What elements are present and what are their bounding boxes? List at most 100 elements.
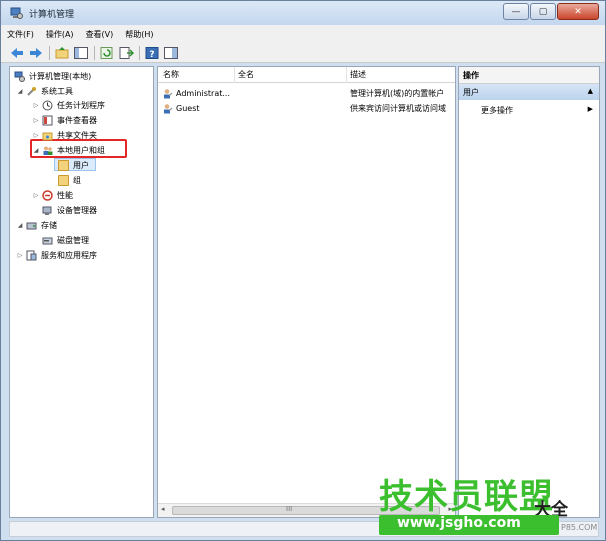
minimize-button[interactable]: —	[503, 3, 529, 20]
expand-arrow-icon[interactable]: ▷	[32, 132, 40, 139]
column-header-fullname[interactable]: 全名	[238, 69, 254, 80]
computer-management-window: 计算机管理 — ▢ ✕ 文件(F) 操作(A) 查看(V) 帮助(H) ? 计算…	[0, 0, 606, 541]
column-separator[interactable]	[346, 67, 347, 83]
properties-view-icon[interactable]	[163, 46, 179, 60]
tree-label-disk-management: 磁盘管理	[57, 235, 89, 245]
toolbar-separator	[139, 45, 140, 60]
list-cell-description: 管理计算机(域)的内置帐户	[350, 88, 445, 98]
list-cell-name: Administrat...	[176, 88, 230, 98]
title-bar[interactable]: 计算机管理 — ▢ ✕	[1, 1, 605, 25]
expand-arrow-icon[interactable]: ▷	[32, 102, 40, 109]
column-separator[interactable]	[234, 67, 235, 83]
collapse-arrow-icon[interactable]: ◢	[16, 88, 24, 95]
expand-arrow-icon[interactable]: ▷	[32, 117, 40, 124]
svg-text:?: ?	[149, 50, 154, 60]
watermark: 技术员联盟 大全 www.jsgho.com P85.COM	[379, 469, 606, 541]
column-header-description[interactable]: 描述	[350, 69, 366, 80]
folder-icon	[58, 174, 69, 186]
performance-icon	[42, 189, 53, 201]
window-title: 计算机管理	[29, 9, 75, 20]
show-hide-tree-icon[interactable]	[73, 46, 89, 60]
expand-arrow-icon[interactable]: ▷	[32, 192, 40, 199]
toolbar: ?	[1, 43, 605, 63]
menu-file[interactable]: 文件(F)	[7, 29, 34, 40]
column-header-name[interactable]: 名称	[163, 69, 179, 80]
menu-bar: 文件(F) 操作(A) 查看(V) 帮助(H)	[1, 25, 605, 43]
console-tree-pane: 计算机管理(本地) ◢ 系统工具 ▷ 任务计划程序 ▷ 事件查看器 ▷ 共享文件…	[9, 66, 154, 518]
actions-section-users[interactable]: 用户 ▲	[459, 84, 599, 100]
list-row-guest[interactable]: Guest	[162, 101, 200, 115]
menu-action[interactable]: 操作(A)	[46, 29, 74, 40]
list-header: 名称 全名 描述	[158, 67, 455, 83]
tree-node-performance[interactable]: ▷ 性能	[32, 188, 73, 202]
tree-node-users[interactable]: 用户	[58, 158, 89, 172]
computer-management-icon	[14, 71, 25, 82]
users-group-icon	[42, 145, 53, 156]
watermark-small-text: P85.COM	[561, 523, 598, 532]
tree-node-storage[interactable]: ◢ 存储	[16, 218, 57, 232]
device-manager-icon	[42, 205, 53, 216]
tree-label-task-scheduler: 任务计划程序	[57, 100, 105, 110]
tree-node-task-scheduler[interactable]: ▷ 任务计划程序	[32, 98, 105, 112]
maximize-button[interactable]: ▢	[530, 3, 556, 20]
list-cell-description: 供来宾访问计算机或访问域	[350, 103, 446, 113]
tree-label-local-users-groups: 本地用户和组	[57, 145, 105, 155]
tree-label-shared-folders: 共享文件夹	[57, 130, 97, 140]
collapse-arrow-icon[interactable]: ◢	[16, 222, 24, 229]
user-icon	[162, 103, 173, 114]
tree-node-device-manager[interactable]: 设备管理器	[42, 203, 97, 217]
tree-label-root: 计算机管理(本地)	[29, 71, 92, 81]
actions-pane: 操作 用户 ▲ 更多操作 ▶	[458, 66, 600, 518]
help-icon[interactable]: ?	[144, 46, 160, 60]
toolbar-separator	[94, 45, 95, 60]
collapse-up-icon[interactable]: ▲	[588, 87, 593, 95]
event-viewer-icon	[42, 115, 53, 126]
tree-label-system-tools: 系统工具	[41, 86, 73, 96]
tree-node-disk-management[interactable]: 磁盘管理	[42, 233, 89, 247]
user-icon	[162, 88, 173, 99]
actions-section-label: 用户	[463, 88, 479, 97]
tree-node-services-apps[interactable]: ▷ 服务和应用程序	[16, 248, 97, 262]
menu-help[interactable]: 帮助(H)	[125, 29, 153, 40]
watermark-url: www.jsgho.com	[379, 515, 559, 535]
tree-node-groups[interactable]: 组	[58, 173, 81, 187]
tree-node-shared-folders[interactable]: ▷ 共享文件夹	[32, 128, 97, 142]
tree-node-event-viewer[interactable]: ▷ 事件查看器	[32, 113, 97, 127]
collapse-arrow-icon[interactable]: ◢	[32, 147, 40, 154]
tree-node-local-users-groups[interactable]: ◢ 本地用户和组	[32, 143, 105, 157]
folder-icon	[58, 159, 69, 171]
menu-view[interactable]: 查看(V)	[86, 29, 114, 40]
tree-label-device-manager: 设备管理器	[57, 205, 97, 215]
forward-arrow-icon[interactable]	[28, 46, 44, 60]
tree-node-system-tools[interactable]: ◢ 系统工具	[16, 84, 73, 98]
tree-label-event-viewer: 事件查看器	[57, 115, 97, 125]
actions-header: 操作	[459, 67, 599, 84]
more-actions-item[interactable]: 更多操作	[481, 105, 513, 116]
scrollbar-grip: III	[286, 505, 293, 513]
computer-management-icon	[9, 6, 23, 20]
details-list-pane: 名称 全名 描述 Administrat... 管理计算机(域)的内置帐户 Gu…	[157, 66, 456, 518]
tree-node-root[interactable]: 计算机管理(本地)	[14, 69, 91, 83]
up-folder-icon[interactable]	[54, 46, 70, 60]
refresh-icon[interactable]	[99, 46, 115, 60]
tree-label-storage: 存储	[41, 220, 57, 230]
tree-label-groups: 组	[73, 175, 81, 185]
list-cell-name: Guest	[176, 103, 200, 113]
tree-label-users: 用户	[73, 160, 89, 170]
tree-label-performance: 性能	[57, 190, 73, 200]
tools-icon	[26, 86, 37, 97]
close-button[interactable]: ✕	[557, 3, 599, 20]
submenu-arrow-icon[interactable]: ▶	[588, 105, 593, 113]
shared-folder-icon	[42, 130, 53, 141]
toolbar-separator	[49, 45, 50, 60]
expand-arrow-icon[interactable]: ▷	[16, 252, 24, 259]
scroll-left-arrow-icon[interactable]: ◂	[161, 505, 165, 513]
export-list-icon[interactable]	[118, 46, 134, 60]
watermark-main-text: 技术员联盟	[379, 477, 554, 517]
clock-icon	[42, 100, 53, 111]
list-row-administrator[interactable]: Administrat...	[162, 86, 230, 100]
tree-label-services-apps: 服务和应用程序	[41, 250, 97, 260]
back-arrow-icon[interactable]	[9, 46, 25, 60]
storage-icon	[26, 220, 37, 231]
services-icon	[26, 250, 37, 261]
